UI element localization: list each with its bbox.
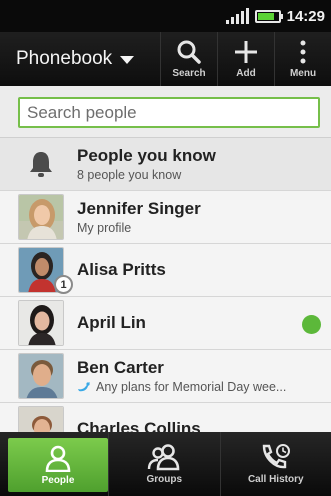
people-list[interactable]: People you know 8 people you know Jennif… <box>0 86 331 432</box>
signal-strength-icon <box>225 8 249 24</box>
avatar <box>18 194 64 240</box>
contact-subtitle: My profile <box>77 221 132 235</box>
status-bar: 14:29 <box>0 0 331 32</box>
contact-name: Charles Collins <box>77 419 201 432</box>
battery-icon <box>254 9 283 23</box>
caret-down-icon <box>120 56 135 64</box>
avatar <box>18 406 64 432</box>
contact-row[interactable]: Jennifer Singer My profile <box>0 191 331 244</box>
tab-people[interactable]: People <box>8 438 108 492</box>
overflow-menu-icon <box>300 40 306 64</box>
people-you-know-row[interactable]: People you know 8 people you know <box>0 138 331 191</box>
people-you-know-count: 8 people you know <box>77 168 182 182</box>
avatar <box>18 353 64 399</box>
avatar <box>18 300 64 346</box>
notification-badge: 1 <box>54 275 73 294</box>
add-icon <box>235 41 257 63</box>
contact-row[interactable]: Charles Collins <box>0 403 331 432</box>
search-area <box>0 86 331 138</box>
search-button-label: Search <box>172 68 206 79</box>
person-icon <box>45 445 71 472</box>
page-title: Phonebook <box>16 48 113 69</box>
tab-groups[interactable]: Groups <box>108 432 220 496</box>
status-time: 14:29 <box>286 7 325 25</box>
bell-icon <box>18 141 64 187</box>
tab-people-label: People <box>41 475 75 486</box>
call-history-icon <box>262 444 290 469</box>
contact-name: Alisa Pritts <box>77 260 166 279</box>
status-message: Any plans for Memorial Day wee... <box>96 380 287 394</box>
search-button[interactable]: Search <box>160 32 217 86</box>
add-button[interactable]: Add <box>217 32 274 86</box>
tab-call-history-label: Call History <box>247 474 304 485</box>
menu-button[interactable]: Menu <box>274 32 331 86</box>
bottom-navigation: People Groups Call History <box>0 432 331 496</box>
action-bar: Phonebook Search Add Menu <box>0 32 331 86</box>
add-button-label: Add <box>236 68 256 79</box>
search-input[interactable] <box>18 97 320 128</box>
search-icon <box>177 40 201 64</box>
tab-groups-label: Groups <box>146 474 183 485</box>
contact-name: April Lin <box>77 313 146 332</box>
online-status-icon <box>302 315 321 334</box>
contact-row[interactable]: 1 Alisa Pritts <box>0 244 331 297</box>
contact-name: Ben Carter <box>77 358 164 377</box>
contact-row[interactable]: Ben Carter Any plans for Memorial Day we… <box>0 350 331 403</box>
group-icon <box>148 444 180 471</box>
menu-button-label: Menu <box>289 68 317 79</box>
phonebook-dropdown[interactable]: Phonebook <box>0 32 160 86</box>
twitter-bird-icon <box>78 382 90 392</box>
contact-name: Jennifer Singer <box>77 199 201 218</box>
tab-call-history[interactable]: Call History <box>219 432 331 496</box>
people-you-know-title: People you know <box>77 146 216 165</box>
contact-row[interactable]: April Lin <box>0 297 331 350</box>
